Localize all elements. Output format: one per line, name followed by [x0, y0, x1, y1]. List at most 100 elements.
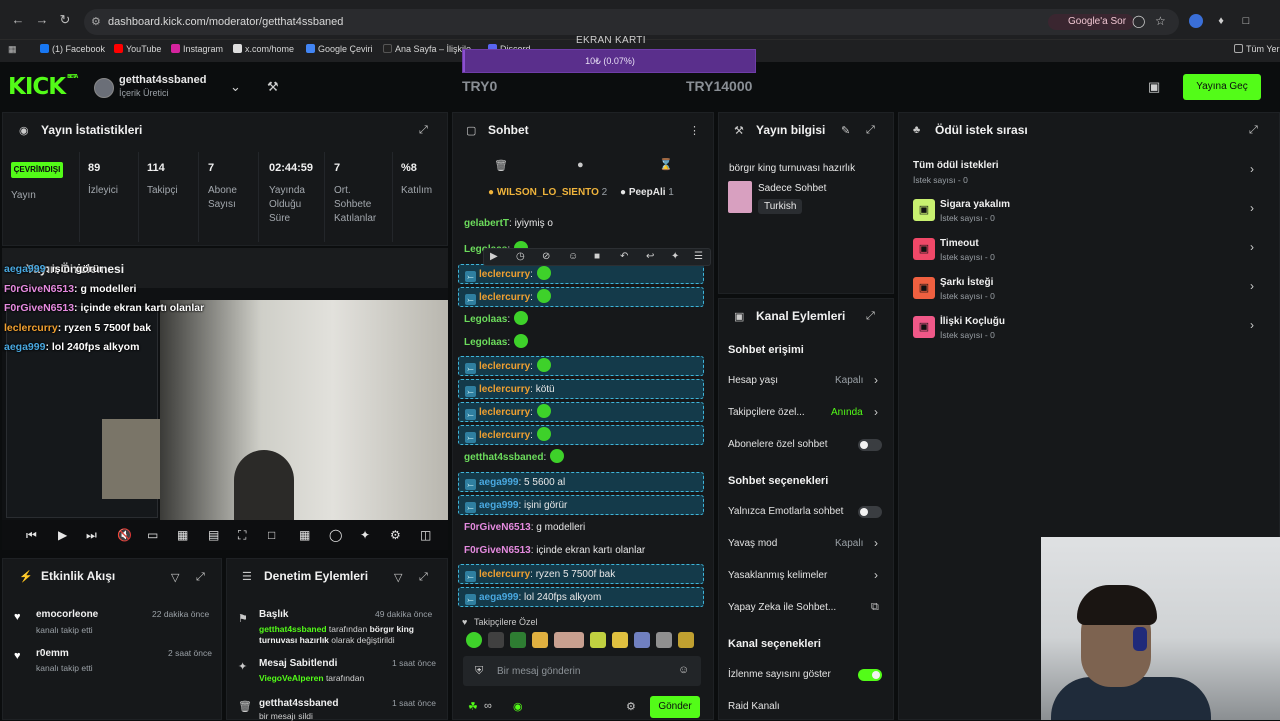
emote-icon[interactable]: [532, 632, 548, 648]
bookmark-facebook[interactable]: (1) Facebook: [40, 44, 105, 54]
sparkle-icon[interactable]: ✦: [360, 528, 370, 542]
filter-icon[interactable]: ▽: [171, 571, 179, 584]
reload-icon[interactable]: ↻: [57, 12, 73, 28]
chat-message[interactable]: F0rGiveN6513: g modelleri: [458, 518, 704, 538]
google-sor-button[interactable]: Google'a Sor: [1048, 14, 1135, 30]
chevron-right-icon[interactable]: ›: [874, 536, 878, 550]
chat-message[interactable]: ⤚ aega999: lol 240fps alkyom: [458, 587, 704, 607]
edit-icon[interactable]: ✎: [841, 124, 850, 137]
chat-username[interactable]: aega999: [479, 592, 518, 603]
bookmark-google-translate[interactable]: Google Çeviri: [306, 44, 373, 54]
bookmark-x[interactable]: x.com/home: [233, 44, 294, 54]
chat-username[interactable]: Legolaas: [464, 314, 507, 325]
emote-icon[interactable]: ☺: [568, 251, 578, 262]
chevron-down-icon[interactable]: ⌄: [230, 79, 241, 95]
chat-message[interactable]: ⤚ aega999: işini görür: [458, 495, 704, 515]
stats-overlay-icon[interactable]: ▦: [299, 528, 310, 542]
chat-message[interactable]: ⤚ leclercurry: ryzen 5 7500f bak: [458, 564, 704, 584]
extension-icon[interactable]: [1189, 14, 1203, 28]
banned-words-label[interactable]: Yasaklanmış kelimeler: [728, 570, 827, 581]
chevron-right-icon[interactable]: ›: [1250, 318, 1254, 332]
chat-username[interactable]: leclercurry: [479, 269, 530, 280]
activity-user[interactable]: r0emm: [36, 648, 69, 659]
layout-icon[interactable]: ◫: [420, 528, 431, 542]
chat-username[interactable]: gelabertT: [464, 218, 509, 229]
rewind-icon[interactable]: ⏮: [26, 528, 37, 543]
pinned-user-1[interactable]: ● WILSON_LO_SIENTO 2: [488, 187, 607, 198]
expand-icon[interactable]: ⤢: [866, 310, 875, 323]
chat-username[interactable]: leclercurry: [479, 292, 530, 303]
chat-message[interactable]: F0rGiveN6513: içinde ekran kartı olanlar: [458, 541, 704, 561]
theatre-icon[interactable]: ▭: [147, 528, 158, 542]
timeout-icon[interactable]: ◷: [516, 251, 525, 262]
chat-bubble-icon[interactable]: ●: [577, 159, 584, 171]
send-button[interactable]: Gönder: [650, 696, 700, 718]
mute-icon[interactable]: 🔇: [117, 528, 132, 542]
tag-badge[interactable]: Turkish: [758, 199, 803, 214]
forward-icon[interactable]: →: [34, 12, 50, 28]
play-icon[interactable]: ▶: [490, 251, 498, 262]
play-icon[interactable]: ▶: [58, 528, 67, 542]
bookmark-youtube[interactable]: YouTube: [114, 44, 161, 54]
filter-icon[interactable]: ▽: [394, 571, 402, 584]
emotes-only-toggle[interactable]: [858, 506, 882, 518]
emote-icon[interactable]: [488, 632, 504, 648]
ban-icon[interactable]: ⊘: [542, 251, 550, 262]
delete-icon[interactable]: ■: [594, 251, 600, 262]
extension-puzzle-icon[interactable]: ♦: [1214, 14, 1228, 28]
hammer-icon[interactable]: ⚒: [267, 79, 279, 95]
bookmark-all[interactable]: Tüm Yer: [1234, 44, 1280, 54]
chat-message[interactable]: Legolaas:: [458, 333, 704, 353]
account-age-label[interactable]: Hesap yaşı: [728, 375, 778, 386]
settings-icon[interactable]: ⚙: [626, 700, 636, 713]
chat-username[interactable]: aega999: [479, 477, 518, 488]
chat-username[interactable]: F0rGiveN6513: [464, 522, 531, 533]
expand-icon[interactable]: ⤢: [1249, 124, 1258, 137]
external-link-icon[interactable]: ⧉: [871, 601, 879, 614]
emote-icon[interactable]: [634, 632, 650, 648]
mod-view-icon[interactable]: ▣: [1148, 79, 1160, 95]
settings-icon[interactable]: ⚙: [390, 528, 401, 542]
chat-username[interactable]: leclercurry: [479, 384, 530, 395]
chevron-right-icon[interactable]: ›: [1250, 201, 1254, 215]
chevron-right-icon[interactable]: ›: [874, 568, 878, 582]
chat-username[interactable]: leclercurry: [479, 407, 530, 418]
emote-icon[interactable]: [510, 632, 526, 648]
followers-only-label[interactable]: Takipçilere özel...: [728, 407, 805, 418]
reply-icon[interactable]: ↩: [646, 251, 654, 262]
chat-message[interactable]: ⤚ leclercurry:: [458, 425, 704, 445]
chat-username[interactable]: getthat4ssbaned: [464, 452, 543, 463]
timer-icon[interactable]: ◯: [329, 528, 342, 542]
chat-username[interactable]: F0rGiveN6513: [464, 545, 531, 556]
crop-icon[interactable]: □: [268, 528, 275, 542]
more-icon[interactable]: ⋮: [689, 124, 700, 137]
expand-icon[interactable]: ⤢: [419, 571, 428, 584]
raid-label[interactable]: Raid Kanalı: [728, 701, 780, 712]
show-viewers-toggle[interactable]: [858, 669, 882, 681]
chat-message[interactable]: ⤚ aega999: 5 5600 al: [458, 472, 704, 492]
go-live-button[interactable]: Yayına Geç: [1183, 74, 1261, 100]
hourglass-icon[interactable]: ⌛: [659, 158, 673, 171]
chat-message[interactable]: getthat4ssbaned:: [458, 448, 704, 468]
emote-icon[interactable]: [656, 632, 672, 648]
emote-icon[interactable]: [554, 632, 584, 648]
site-info-icon[interactable]: ⚙: [91, 15, 101, 28]
kick-logo[interactable]: KICK BETA: [8, 74, 78, 100]
expand-icon[interactable]: ⤢: [196, 571, 205, 584]
clip-icon[interactable]: ▤: [208, 528, 219, 542]
expand-icon[interactable]: ⤢: [419, 124, 428, 137]
slow-mode-label[interactable]: Yavaş mod: [728, 538, 777, 549]
chat-username[interactable]: aega999: [479, 500, 518, 511]
chat-message[interactable]: ⤚ leclercurry: kötü: [458, 379, 704, 399]
ai-chat-label[interactable]: Yapay Zeka ile Sohbet...: [728, 602, 836, 613]
trash-icon[interactable]: 🗑: [494, 159, 508, 172]
chat-message[interactable]: ⤚ leclercurry:: [458, 287, 704, 307]
emote-icon[interactable]: [466, 632, 482, 648]
pin-icon[interactable]: ✦: [671, 251, 679, 262]
back-icon[interactable]: ←: [10, 12, 26, 28]
infinity-icon[interactable]: ∞: [484, 700, 492, 712]
chat-username[interactable]: leclercurry: [479, 430, 530, 441]
eye-off-icon[interactable]: ◯: [1132, 14, 1145, 28]
bookmark-instagram[interactable]: Instagram: [171, 44, 223, 54]
chevron-right-icon[interactable]: ›: [874, 373, 878, 387]
